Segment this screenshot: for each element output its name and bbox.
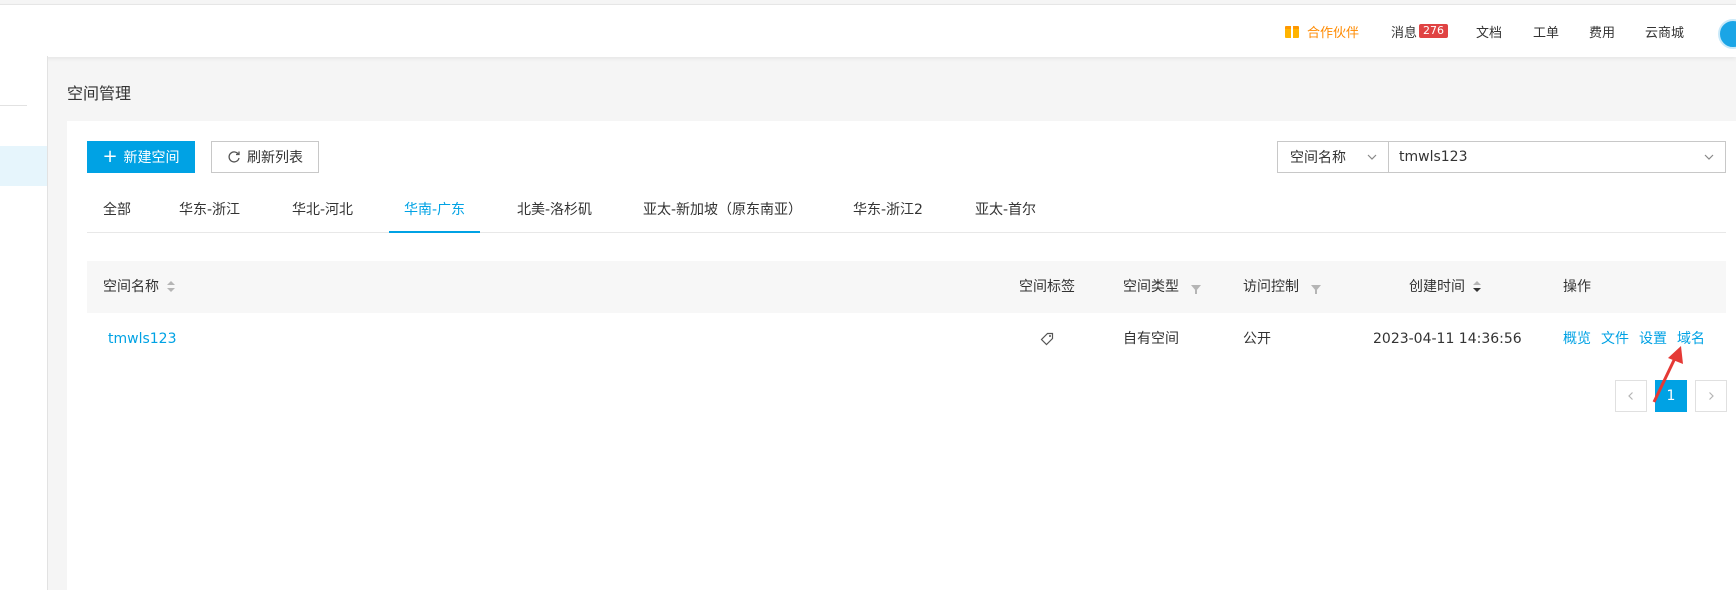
- messages-link[interactable]: 消息 276: [1391, 22, 1449, 41]
- col-type-header[interactable]: 空间类型: [1123, 261, 1201, 313]
- col-ops-header: 操作: [1563, 261, 1591, 313]
- space-tag-cell[interactable]: [1040, 313, 1054, 365]
- filter-icon[interactable]: [1191, 285, 1201, 294]
- tab-east-zhejiang2[interactable]: 华东-浙江2: [853, 196, 923, 232]
- avatar[interactable]: [1718, 19, 1736, 49]
- col-name-header[interactable]: 空间名称: [103, 261, 175, 313]
- tickets-link[interactable]: 工单: [1533, 22, 1559, 41]
- col-tags-label: 空间标签: [1019, 279, 1075, 295]
- chevron-left-icon: [1628, 392, 1633, 400]
- space-type-cell: 自有空间: [1123, 331, 1179, 347]
- billing-link[interactable]: 费用: [1589, 22, 1615, 41]
- col-name-label: 空间名称: [103, 279, 159, 295]
- sort-icon[interactable]: [167, 281, 175, 293]
- sort-icon[interactable]: [1473, 281, 1481, 293]
- space-name-link[interactable]: tmwls123: [108, 313, 176, 365]
- tab-north-hebei[interactable]: 华北-河北: [292, 196, 353, 232]
- market-link[interactable]: 云商城: [1645, 22, 1684, 41]
- messages-label: 消息: [1391, 25, 1418, 41]
- col-tags-header: 空间标签: [1019, 261, 1075, 313]
- chevron-right-icon: [1709, 392, 1714, 400]
- tab-east-zhejiang[interactable]: 华东-浙江: [179, 196, 240, 232]
- docs-link[interactable]: 文档: [1476, 22, 1502, 41]
- message-count-badge: 276: [1419, 24, 1449, 38]
- search-type-value: 空间名称: [1290, 150, 1346, 166]
- search-type-select[interactable]: 空间名称: [1277, 141, 1389, 173]
- new-space-button[interactable]: + 新建空间: [87, 141, 195, 173]
- refresh-icon: [228, 151, 240, 163]
- refresh-list-button[interactable]: 刷新列表: [211, 141, 319, 173]
- sidebar-divider: [0, 105, 27, 106]
- new-space-label: 新建空间: [123, 150, 180, 166]
- tab-south-guangdong[interactable]: 华南-广东: [388, 196, 481, 233]
- partner-link[interactable]: 合作伙伴: [1285, 22, 1359, 41]
- refresh-list-label: 刷新列表: [247, 150, 303, 166]
- col-access-label: 访问控制: [1243, 279, 1299, 295]
- tab-ap-singapore[interactable]: 亚太-新加坡（原东南亚）: [643, 196, 802, 232]
- col-access-header[interactable]: 访问控制: [1243, 261, 1321, 313]
- chevron-down-icon: [1704, 154, 1714, 160]
- table-row: tmwls123 自有空间 公开 2023-04-11 14:36:56 概览文…: [87, 313, 1726, 365]
- tab-ap-seoul[interactable]: 亚太-首尔: [975, 196, 1036, 232]
- page-title: 空间管理: [67, 84, 132, 103]
- next-page-button[interactable]: [1695, 380, 1727, 412]
- search-input-value: tmwls123: [1399, 149, 1468, 165]
- partner-label: 合作伙伴: [1307, 25, 1360, 41]
- plus-icon: +: [102, 146, 118, 167]
- tab-na-losangeles[interactable]: 北美-洛杉矶: [517, 196, 592, 232]
- sidebar: [0, 56, 48, 590]
- annotation-arrow-icon: [1652, 346, 1683, 403]
- col-ops-label: 操作: [1563, 279, 1591, 295]
- chevron-down-icon: [1367, 154, 1377, 160]
- col-created-header[interactable]: 创建时间: [1409, 261, 1481, 313]
- sidebar-item-active[interactable]: [0, 146, 47, 186]
- ops-cell: 概览 文件 设置 域名: [1563, 313, 1715, 365]
- col-type-label: 空间类型: [1123, 279, 1179, 295]
- filter-icon[interactable]: [1311, 285, 1321, 294]
- top-bar: 合作伙伴 消息 276 文档 工单 费用 云商城: [0, 4, 1736, 57]
- created-time-cell: 2023-04-11 14:36:56: [1373, 331, 1522, 347]
- tab-all[interactable]: 全部: [103, 196, 131, 232]
- table-header: 空间名称 空间标签 空间类型 访问控制 创建时间 操作: [87, 261, 1726, 313]
- region-tabs: 全部 华东-浙江 华北-河北 华南-广东 北美-洛杉矶 亚太-新加坡（原东南亚）…: [87, 196, 1726, 233]
- gift-icon: [1285, 24, 1299, 38]
- prev-page-button[interactable]: [1615, 380, 1647, 412]
- search-input[interactable]: tmwls123: [1388, 141, 1726, 173]
- access-control-cell: 公开: [1243, 331, 1271, 347]
- col-created-label: 创建时间: [1409, 279, 1465, 295]
- tag-icon[interactable]: [1040, 332, 1054, 346]
- overview-link[interactable]: 概览: [1563, 331, 1591, 347]
- files-link[interactable]: 文件: [1601, 331, 1629, 347]
